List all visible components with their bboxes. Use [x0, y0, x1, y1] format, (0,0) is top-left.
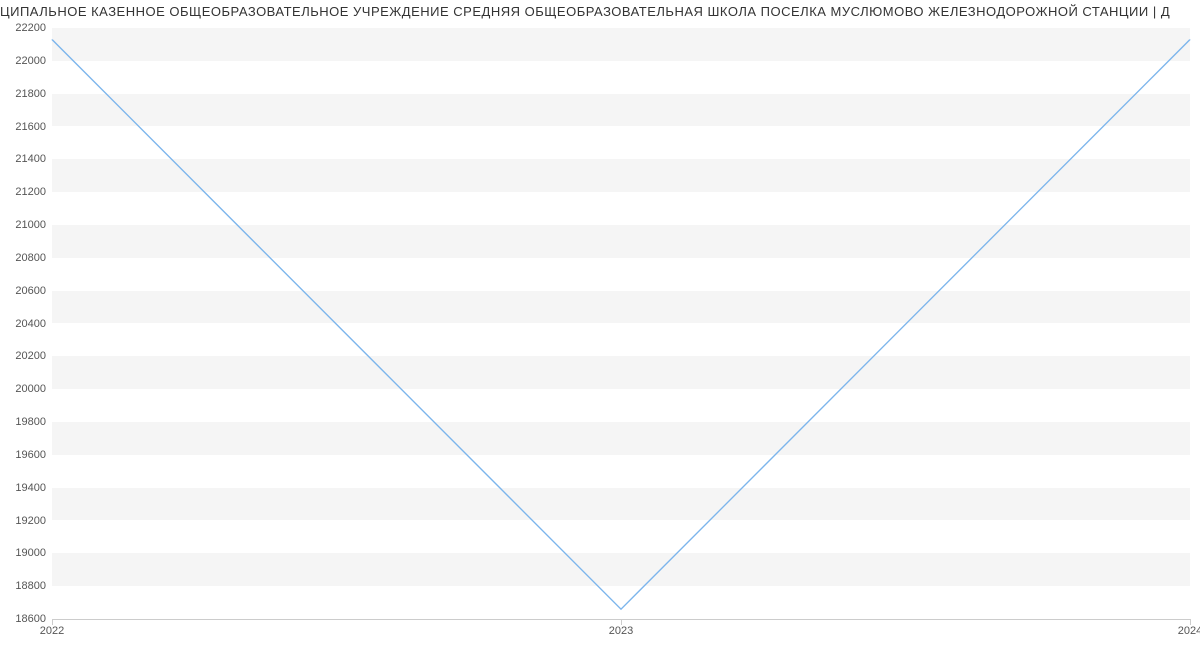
y-tick-label: 19600 [15, 449, 46, 461]
y-tick-label: 21000 [15, 219, 46, 231]
chart-title: ЦИПАЛЬНОЕ КАЗЕННОЕ ОБЩЕОБРАЗОВАТЕЛЬНОЕ У… [0, 0, 1200, 21]
y-tick-label: 18600 [15, 613, 46, 625]
y-tick-label: 20600 [15, 285, 46, 297]
series-line [52, 39, 1190, 609]
y-tick-label: 19800 [15, 416, 46, 428]
x-tick-label: 2023 [609, 625, 633, 637]
line-series-svg [52, 28, 1190, 619]
y-tick-label: 21200 [15, 186, 46, 198]
y-tick-label: 22000 [15, 55, 46, 67]
x-tick-label: 2022 [40, 625, 64, 637]
y-tick-label: 20000 [15, 383, 46, 395]
plot-area: 1860018800190001920019400196001980020000… [52, 28, 1190, 620]
y-tick-label: 20400 [15, 318, 46, 330]
y-tick-label: 20800 [15, 252, 46, 264]
y-tick-label: 21400 [15, 153, 46, 165]
y-tick-label: 21600 [15, 121, 46, 133]
chart-container: ЦИПАЛЬНОЕ КАЗЕННОЕ ОБЩЕОБРАЗОВАТЕЛЬНОЕ У… [0, 0, 1200, 650]
y-tick-label: 22200 [15, 22, 46, 34]
y-tick-label: 19400 [15, 482, 46, 494]
x-tick-label: 2024 [1178, 625, 1200, 637]
y-tick-label: 19000 [15, 547, 46, 559]
y-tick-label: 21800 [15, 88, 46, 100]
y-tick-label: 19200 [15, 515, 46, 527]
y-tick-label: 20200 [15, 350, 46, 362]
y-tick-label: 18800 [15, 580, 46, 592]
